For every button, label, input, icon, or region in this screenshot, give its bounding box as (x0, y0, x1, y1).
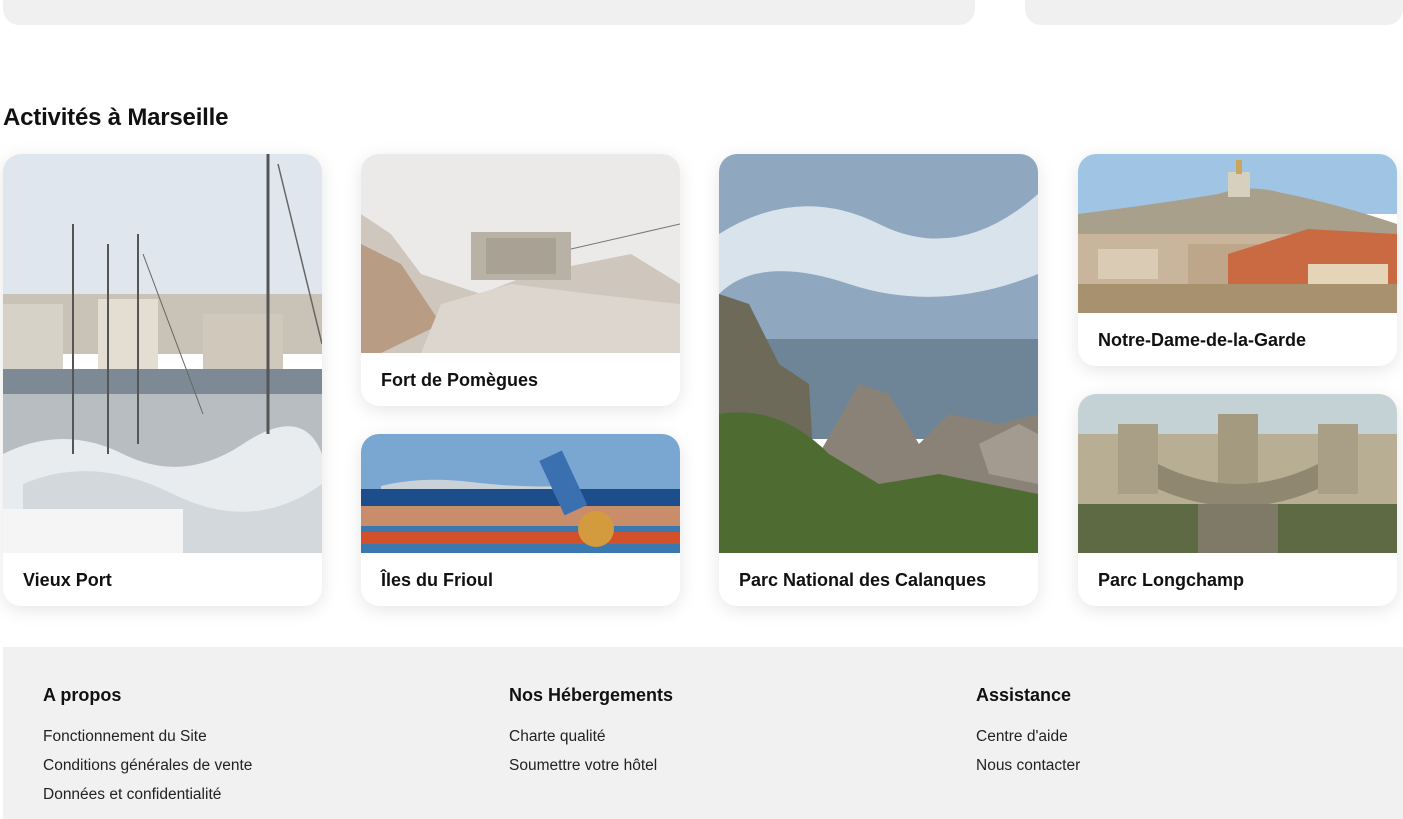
footer-link-donnees[interactable]: Données et confidentialité (43, 780, 252, 809)
footer-link-charte[interactable]: Charte qualité (509, 722, 673, 751)
activity-card-notre-dame-de-la-garde[interactable]: Notre-Dame-de-la-Garde (1078, 154, 1397, 366)
footer-column-hebergements: Nos Hébergements Charte qualité Soumettr… (509, 685, 673, 780)
footer: A propos Fonctionnement du Site Conditio… (3, 647, 1403, 819)
footer-column-assistance: Assistance Centre d'aide Nous contacter (976, 685, 1080, 780)
footer-link-conditions[interactable]: Conditions générales de vente (43, 751, 252, 780)
footer-link-contact[interactable]: Nous contacter (976, 751, 1080, 780)
iles-du-frioul-image (361, 434, 680, 553)
activity-card-iles-du-frioul[interactable]: Îles du Frioul (361, 434, 680, 606)
activity-label: Notre-Dame-de-la-Garde (1098, 330, 1307, 350)
footer-link-soumettre[interactable]: Soumettre votre hôtel (509, 751, 673, 780)
footer-column-a-propos: A propos Fonctionnement du Site Conditio… (43, 685, 252, 809)
footer-column-title: A propos (43, 685, 122, 705)
footer-column-title: Nos Hébergements (509, 685, 674, 705)
activity-label: Vieux Port (23, 570, 112, 590)
activity-card-fort-de-pomegues[interactable]: Fort de Pomègues (361, 154, 680, 406)
parc-longchamp-image (1078, 394, 1397, 553)
activity-label: Fort de Pomègues (381, 370, 539, 390)
footer-link-fonctionnement[interactable]: Fonctionnement du Site (43, 722, 252, 751)
fort-de-pomegues-image (361, 154, 680, 353)
activity-label: Îles du Frioul (381, 570, 494, 590)
activity-card-parc-national-des-calanques[interactable]: Parc National des Calanques (719, 154, 1038, 606)
activity-card-vieux-port[interactable]: Vieux Port (3, 154, 322, 606)
section-title: Activités à Marseille (3, 104, 229, 131)
parc-national-des-calanques-image (719, 154, 1038, 553)
vieux-port-image (3, 154, 322, 553)
notre-dame-de-la-garde-image (1078, 154, 1397, 313)
activity-label: Parc Longchamp (1098, 570, 1245, 590)
activity-label: Parc National des Calanques (739, 570, 987, 590)
top-panel-right (1025, 0, 1403, 25)
footer-link-centre-aide[interactable]: Centre d'aide (976, 722, 1080, 751)
top-panel-left (3, 0, 975, 25)
footer-column-title: Assistance (976, 685, 1072, 705)
activity-card-parc-longchamp[interactable]: Parc Longchamp (1078, 394, 1397, 606)
